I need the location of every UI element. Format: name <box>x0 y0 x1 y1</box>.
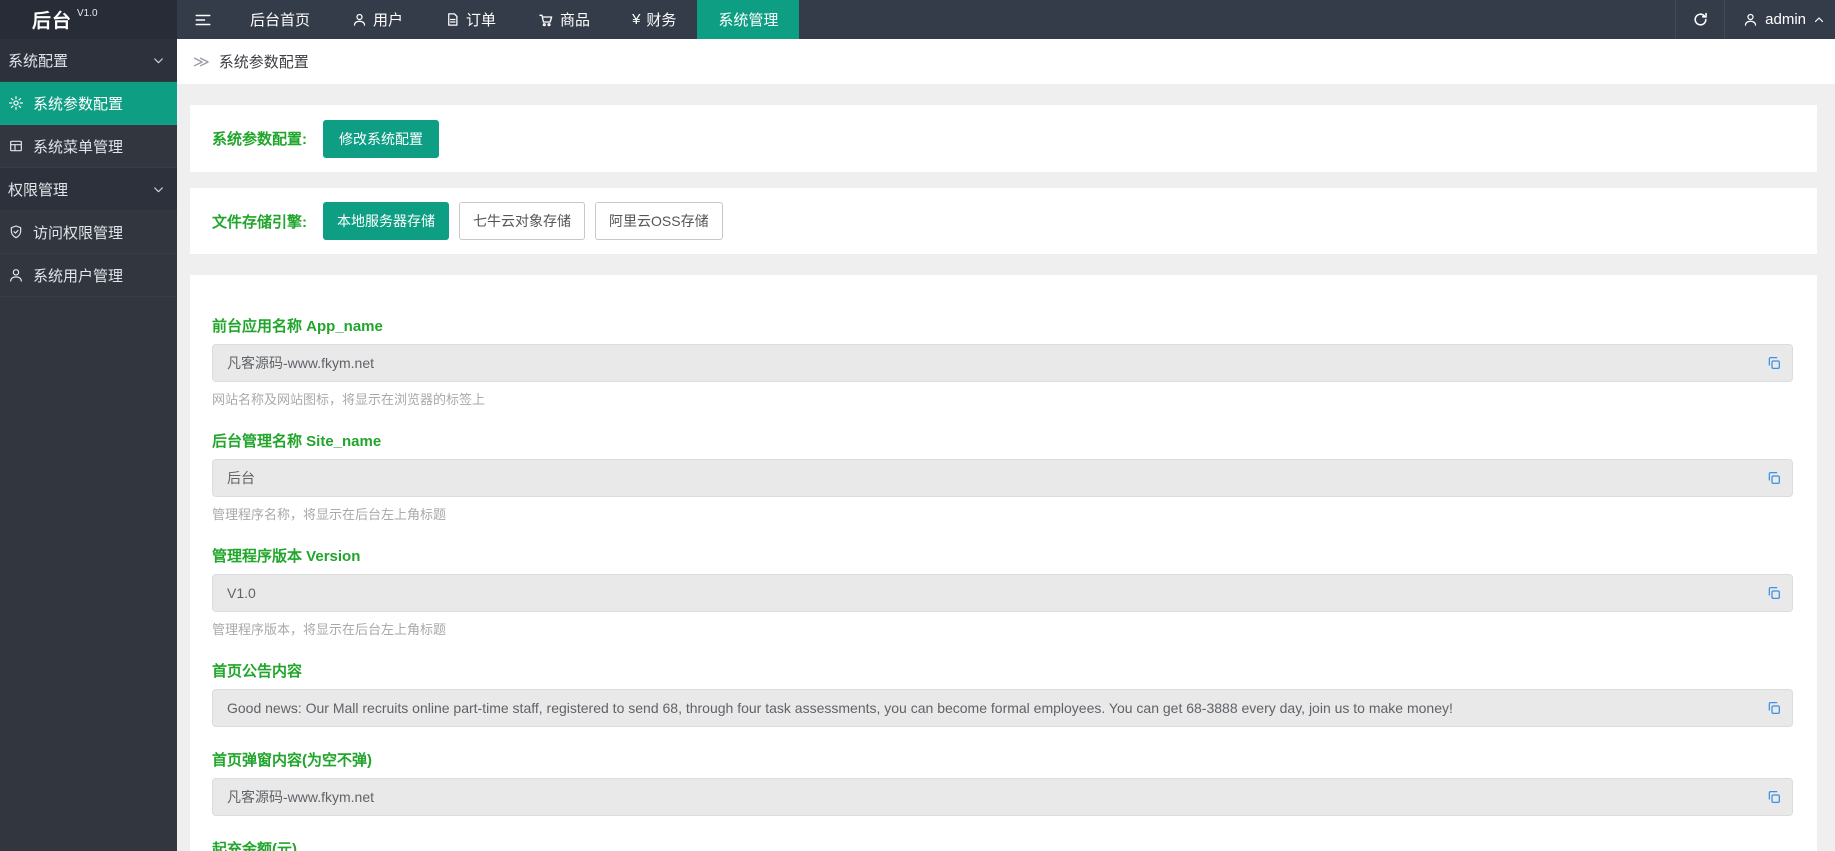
refresh-button[interactable] <box>1675 0 1725 39</box>
topbar-right: admin <box>1675 0 1835 39</box>
storage-option-local-button[interactable]: 本地服务器存储 <box>323 202 449 240</box>
field-help: 管理程序名称，将显示在后台左上角标题 <box>212 504 1793 523</box>
sidebar-item-label: 系统菜单管理 <box>33 136 123 157</box>
content-area: 系统参数配置: 修改系统配置 文件存储引擎: 本地服务器存储 七牛云对象存储 阿… <box>177 84 1835 851</box>
nav-item-products[interactable]: 商品 <box>517 0 611 39</box>
nav-item-orders[interactable]: 订单 <box>424 0 517 39</box>
input-wrap <box>212 344 1793 382</box>
system-config-label: 系统参数配置: <box>212 128 307 149</box>
field-label: 前台应用名称 App_name <box>212 315 1793 336</box>
nav-item-system[interactable]: 系统管理 <box>697 0 799 39</box>
sidebar-toggle-button[interactable] <box>177 0 229 39</box>
input-wrap <box>212 689 1793 727</box>
user-icon <box>1743 12 1758 27</box>
nav-label: 用户 <box>373 9 403 30</box>
top-navigation: 后台首页 用户 订单 商品 <box>229 0 799 39</box>
sidebar-item-label: 系统参数配置 <box>33 93 123 114</box>
app-version: V1.0 <box>77 8 98 19</box>
cart-icon <box>538 12 554 28</box>
breadcrumb-label: 系统参数配置 <box>219 51 309 72</box>
app-logo: 后台 V1.0 <box>0 0 177 39</box>
version-input[interactable] <box>212 574 1793 612</box>
site-name-input[interactable] <box>212 459 1793 497</box>
main-content: ≫ 系统参数配置 系统参数配置: 修改系统配置 文件存储引擎: 本地服务器存储 … <box>177 39 1835 851</box>
shield-check-icon <box>8 224 24 240</box>
storage-options: 本地服务器存储 七牛云对象存储 阿里云OSS存储 <box>323 202 723 240</box>
topbar: 后台 V1.0 后台首页 用户 订单 <box>0 0 1835 39</box>
nav-item-users[interactable]: 用户 <box>331 0 424 39</box>
copy-icon[interactable] <box>1764 698 1784 718</box>
copy-icon[interactable] <box>1764 353 1784 373</box>
modify-system-config-button[interactable]: 修改系统配置 <box>323 120 439 158</box>
sidebar-item-system-menu[interactable]: 系统菜单管理 <box>0 125 177 168</box>
field-label: 首页公告内容 <box>212 660 1793 681</box>
field-label: 管理程序版本 Version <box>212 545 1793 566</box>
field-popup-content: 首页弹窗内容(为空不弹) <box>212 749 1793 816</box>
field-announcement: 首页公告内容 <box>212 660 1793 727</box>
settings-form-panel: 前台应用名称 App_name 网站名称及网站图标，将显示在浏览器的标签上 后台… <box>190 275 1817 851</box>
sidebar: 系统配置 系统参数配置 系统菜单管理 权限管理 <box>0 39 177 851</box>
field-help: 网站名称及网站图标，将显示在浏览器的标签上 <box>212 389 1793 408</box>
nav-item-home[interactable]: 后台首页 <box>229 0 331 39</box>
input-wrap <box>212 459 1793 497</box>
storage-option-alioss-button[interactable]: 阿里云OSS存储 <box>595 202 723 240</box>
double-chevron-icon: ≫ <box>193 52 210 72</box>
field-app-name: 前台应用名称 App_name 网站名称及网站图标，将显示在浏览器的标签上 <box>212 315 1793 408</box>
app-title: 后台 <box>32 6 72 33</box>
copy-icon[interactable] <box>1764 468 1784 488</box>
sidebar-item-label: 访问权限管理 <box>33 222 123 243</box>
field-label: 后台管理名称 Site_name <box>212 430 1793 451</box>
input-wrap <box>212 574 1793 612</box>
user-icon <box>8 267 24 283</box>
nav-label: 商品 <box>560 9 590 30</box>
system-config-panel: 系统参数配置: 修改系统配置 <box>190 105 1817 172</box>
username: admin <box>1765 11 1806 28</box>
nav-label: 系统管理 <box>718 9 778 30</box>
input-wrap <box>212 778 1793 816</box>
layout-icon <box>8 138 24 154</box>
field-label: 首页弹窗内容(为空不弹) <box>212 749 1793 770</box>
field-label: 起充金额(元) <box>212 838 1793 851</box>
refresh-icon <box>1692 11 1709 28</box>
document-icon <box>445 12 460 27</box>
announcement-input[interactable] <box>212 689 1793 727</box>
group-label: 系统配置 <box>8 50 68 71</box>
popup-content-input[interactable] <box>212 778 1793 816</box>
copy-icon[interactable] <box>1764 583 1784 603</box>
hamburger-icon <box>194 11 212 29</box>
copy-icon[interactable] <box>1764 787 1784 807</box>
field-min-recharge: 起充金额(元) <box>212 838 1793 851</box>
sidebar-item-access-permissions[interactable]: 访问权限管理 <box>0 211 177 254</box>
chevron-up-icon <box>1813 14 1825 26</box>
user-icon <box>352 12 367 27</box>
app-name-input[interactable] <box>212 344 1793 382</box>
nav-label: 订单 <box>466 9 496 30</box>
storage-engine-label: 文件存储引擎: <box>212 211 307 232</box>
group-label: 权限管理 <box>8 179 68 200</box>
storage-option-qiniu-button[interactable]: 七牛云对象存储 <box>459 202 585 240</box>
sidebar-item-system-users[interactable]: 系统用户管理 <box>0 254 177 297</box>
storage-engine-panel: 文件存储引擎: 本地服务器存储 七牛云对象存储 阿里云OSS存储 <box>190 188 1817 254</box>
sidebar-item-label: 系统用户管理 <box>33 265 123 286</box>
sidebar-group-permissions[interactable]: 权限管理 <box>0 168 177 211</box>
gear-icon <box>8 95 24 111</box>
field-help: 管理程序版本，将显示在后台左上角标题 <box>212 619 1793 638</box>
yen-icon: ¥ <box>632 11 640 28</box>
chevron-down-icon <box>152 54 165 67</box>
sidebar-group-system-config[interactable]: 系统配置 <box>0 39 177 82</box>
field-site-name: 后台管理名称 Site_name 管理程序名称，将显示在后台左上角标题 <box>212 430 1793 523</box>
breadcrumb: ≫ 系统参数配置 <box>177 39 1835 84</box>
user-menu[interactable]: admin <box>1725 0 1835 39</box>
sidebar-item-system-params[interactable]: 系统参数配置 <box>0 82 177 125</box>
field-version: 管理程序版本 Version 管理程序版本，将显示在后台左上角标题 <box>212 545 1793 638</box>
nav-label: 后台首页 <box>250 9 310 30</box>
nav-label: 财务 <box>646 9 676 30</box>
nav-item-finance[interactable]: ¥ 财务 <box>611 0 697 39</box>
chevron-down-icon <box>152 183 165 196</box>
